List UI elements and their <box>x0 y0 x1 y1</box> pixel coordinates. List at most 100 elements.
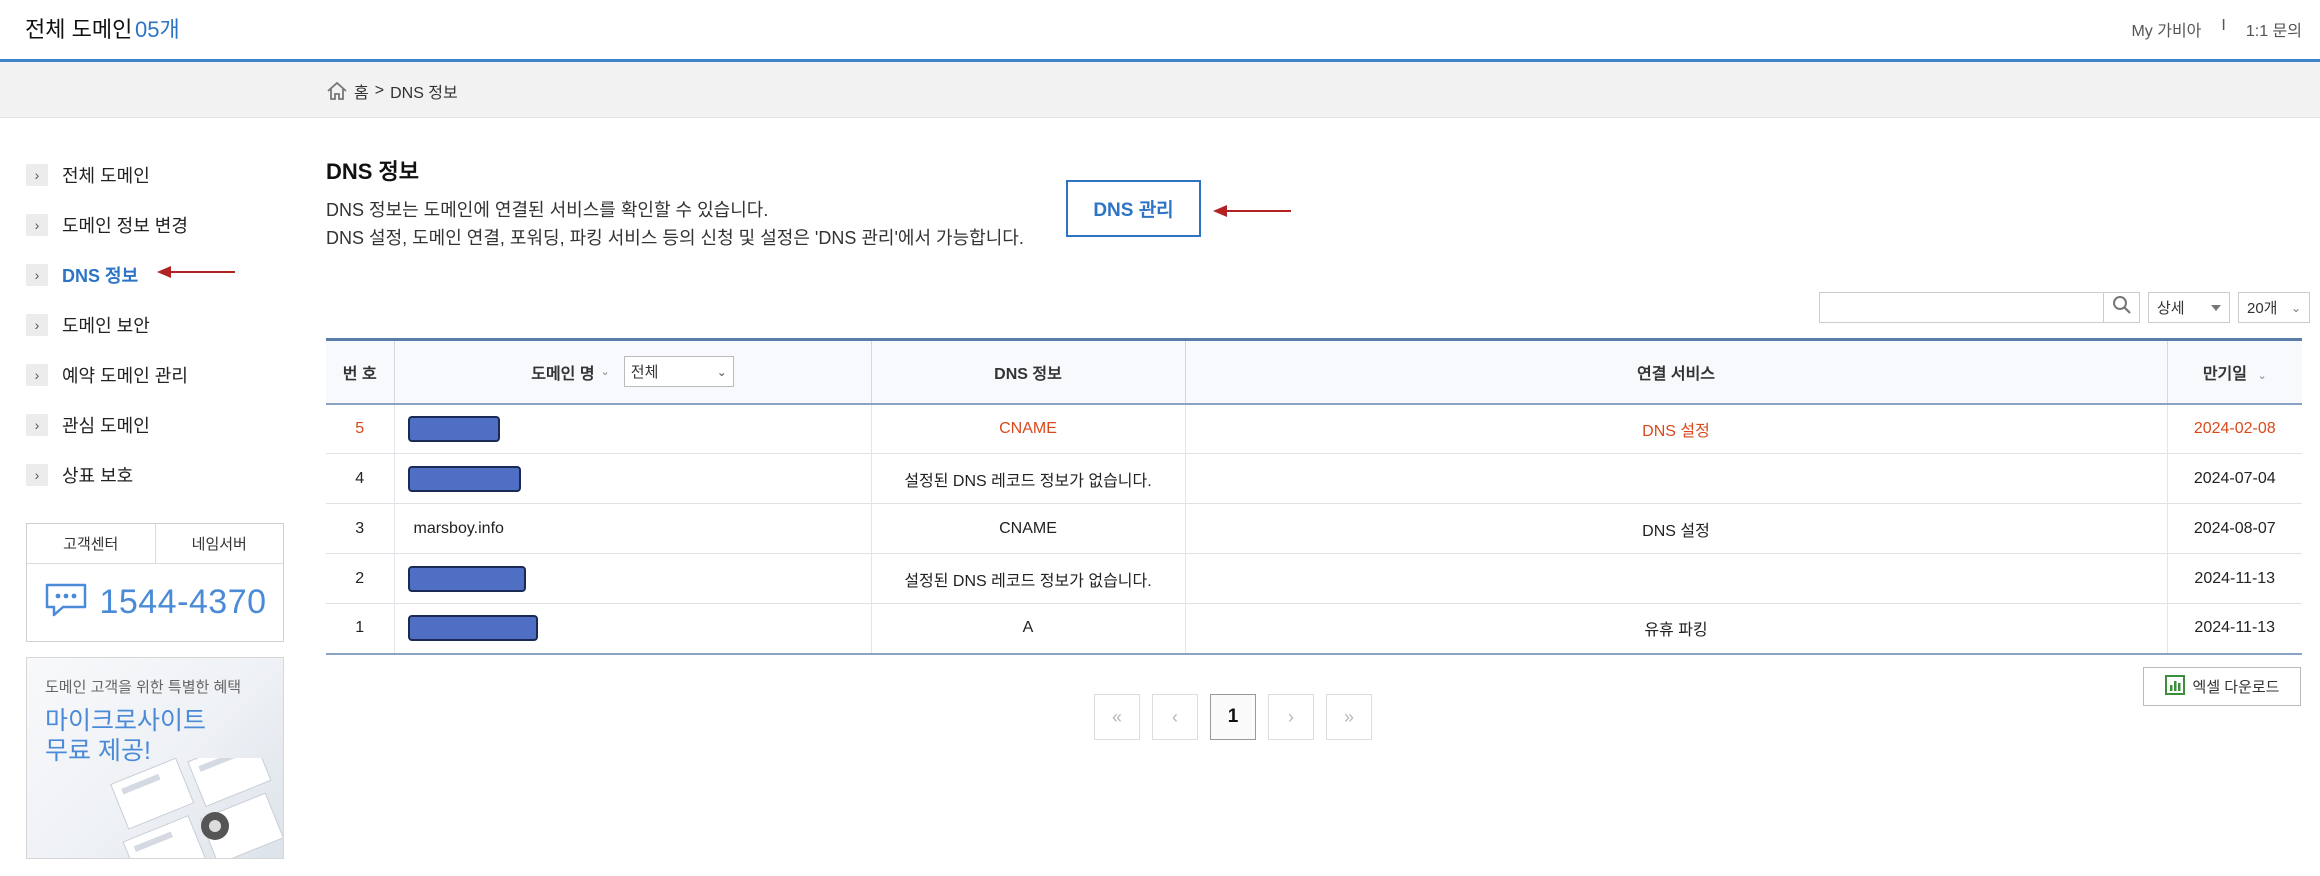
description-line-2: DNS 설정, 도메인 연결, 포워딩, 파킹 서비스 등의 신청 및 설정은 … <box>326 228 1024 248</box>
cell-domain[interactable] <box>393 403 871 454</box>
cell-service: 유휴 파킹 <box>1184 603 2167 654</box>
search-button[interactable] <box>2104 292 2140 323</box>
page-title: DNS 정보 <box>326 159 420 184</box>
sidebar-item-domain-info-change[interactable]: › 도메인 정보 변경 <box>26 200 286 250</box>
header-links: My 가비아 I 1:1 문의 <box>2131 17 2302 41</box>
table-row[interactable]: 5 CNAME DNS 설정 2024-02-08 <box>326 403 2302 454</box>
dns-manage-button[interactable]: DNS 관리 <box>1066 180 1201 237</box>
header-title: 전체 도메인 <box>25 17 133 42</box>
cell-service: DNS 설정 <box>1184 403 2167 454</box>
cell-dns: 설정된 DNS 레코드 정보가 없습니다. <box>870 553 1185 604</box>
table-header-row: 번 호 도메인 명 ⌄ 전체 ⌄ DNS 정보 연결 서비스 만기일 ⌄ <box>326 339 2302 404</box>
column-header-domain-label: 도메인 명 <box>531 365 595 383</box>
column-header-domain: 도메인 명 ⌄ 전체 ⌄ <box>393 339 871 404</box>
support-phone-number: 1544-4370 <box>99 582 267 621</box>
sidebar-item-trademark-protection[interactable]: › 상표 보호 <box>26 450 286 500</box>
next-page-icon[interactable]: › <box>1268 694 1314 740</box>
cell-no: 1 <box>355 619 365 637</box>
sidebar-item-label: 상표 보호 <box>62 466 134 486</box>
search-input[interactable] <box>1819 292 2104 323</box>
cell-no: 5 <box>355 419 365 437</box>
sidebar-item-dns-info[interactable]: › DNS 정보 <box>26 250 286 300</box>
redacted-domain <box>407 415 500 442</box>
cell-no: 3 <box>355 519 365 537</box>
banner-headline: 마이크로사이트 무료 제공! <box>45 706 206 766</box>
table-row[interactable]: 1 A 유휴 파킹 2024-11-13 <box>326 603 2302 654</box>
sidebar-item-label: 예약 도메인 관리 <box>62 366 188 386</box>
breadcrumb-home[interactable]: 홈 <box>354 79 369 103</box>
domain-filter-value: 전체 <box>630 364 659 382</box>
sort-icon[interactable]: ⌄ <box>601 365 610 378</box>
cell-domain[interactable] <box>393 553 871 604</box>
cell-expiry: 2024-11-13 <box>2166 553 2302 604</box>
sidebar-item-watched-domains[interactable]: › 관심 도메인 <box>26 400 286 450</box>
prev-page-icon[interactable]: ‹ <box>1152 694 1198 740</box>
chevron-right-icon: › <box>26 414 48 436</box>
tab-nameserver[interactable]: 네임서버 <box>154 524 284 563</box>
excel-icon <box>2164 674 2185 699</box>
search-row: 상세 20개 ⌄ <box>1819 292 2310 323</box>
cell-domain[interactable] <box>393 453 871 504</box>
sidebar-item-domain-security[interactable]: › 도메인 보안 <box>26 300 286 350</box>
sidebar-item-label: 관심 도메인 <box>62 416 150 436</box>
description-line-1: DNS 정보는 도메인에 연결된 서비스를 확인할 수 있습니다. <box>326 200 769 220</box>
cell-no: 2 <box>355 569 365 587</box>
table-row[interactable]: 3 marsboy.info CNAME DNS 설정 2024-08-07 <box>326 503 2302 554</box>
first-page-icon[interactable]: « <box>1094 694 1140 740</box>
header-link-separator: I <box>2221 17 2226 34</box>
page-size-label: 20개 <box>2247 300 2278 317</box>
annotation-arrow-dns-button <box>1213 205 1291 217</box>
cell-expiry: 2024-02-08 <box>2166 403 2302 454</box>
chevron-right-icon: › <box>26 314 48 336</box>
redacted-domain <box>407 465 521 492</box>
page-number-current[interactable]: 1 <box>1210 694 1256 740</box>
detail-filter-select[interactable]: 상세 <box>2148 292 2230 323</box>
cell-dns: 설정된 DNS 레코드 정보가 없습니다. <box>870 453 1185 504</box>
column-header-expiry-label: 만기일 <box>2202 365 2247 383</box>
sidebar-item-label: 도메인 정보 변경 <box>62 216 188 236</box>
last-page-icon[interactable]: » <box>1326 694 1372 740</box>
cell-no: 4 <box>355 469 365 487</box>
breadcrumb-bar: 홈 > DNS 정보 <box>0 62 2320 118</box>
chevron-down-icon: ⌄ <box>716 364 727 379</box>
table-row[interactable]: 4 설정된 DNS 레코드 정보가 없습니다. 2024-07-04 <box>326 453 2302 504</box>
support-phone: 1544-4370 <box>27 564 283 640</box>
sidebar-item-all-domains[interactable]: › 전체 도메인 <box>26 150 286 200</box>
inquiry-link[interactable]: 1:1 문의 <box>2246 17 2302 41</box>
chevron-right-icon: › <box>26 164 48 186</box>
cell-service <box>1184 553 2167 604</box>
domain-count: 05개 <box>135 17 180 42</box>
my-gabia-link[interactable]: My 가비아 <box>2131 17 2201 41</box>
domain-filter-select[interactable]: 전체 ⌄ <box>623 356 734 388</box>
support-tabs: 고객센터 네임서버 <box>27 524 283 564</box>
column-header-expiry[interactable]: 만기일 ⌄ <box>2166 339 2302 404</box>
cell-domain[interactable] <box>393 603 871 654</box>
detail-filter-label: 상세 <box>2157 300 2185 317</box>
cell-expiry: 2024-08-07 <box>2166 503 2302 554</box>
pagination: « ‹ 1 › » <box>1094 694 1372 740</box>
chat-bubble-icon <box>43 582 89 623</box>
table-row[interactable]: 2 설정된 DNS 레코드 정보가 없습니다. 2024-11-13 <box>326 553 2302 604</box>
page-description: DNS 정보는 도메인에 연결된 서비스를 확인할 수 있습니다. DNS 설정… <box>326 196 1024 252</box>
tab-customer-center[interactable]: 고객센터 <box>27 524 155 563</box>
column-header-no: 번 호 <box>342 365 377 383</box>
microsite-banner[interactable]: 도메인 고객을 위한 특별한 혜택 마이크로사이트 무료 제공! <box>26 657 284 859</box>
chevron-down-icon: ⌄ <box>2290 300 2301 315</box>
top-header: 전체 도메인 05개 My 가비아 I 1:1 문의 <box>0 0 2320 62</box>
page-size-select[interactable]: 20개 ⌄ <box>2238 292 2310 323</box>
chevron-right-icon: › <box>26 214 48 236</box>
breadcrumb: 홈 > DNS 정보 <box>326 79 458 103</box>
home-icon[interactable] <box>326 81 348 101</box>
cell-service: DNS 설정 <box>1184 503 2167 554</box>
redacted-domain <box>407 615 538 642</box>
column-header-dns: DNS 정보 <box>870 339 1185 404</box>
sort-icon: ⌄ <box>2257 369 2267 382</box>
sidebar-item-label: 도메인 보안 <box>62 316 150 336</box>
caret-down-icon <box>2211 304 2221 311</box>
excel-download-button[interactable]: 엑셀 다운로드 <box>2143 667 2301 706</box>
cell-domain[interactable]: marsboy.info <box>393 503 871 554</box>
cell-dns: CNAME <box>870 403 1185 454</box>
annotation-arrow-sidebar <box>157 266 235 278</box>
sidebar-item-reserved-domains[interactable]: › 예약 도메인 관리 <box>26 350 286 400</box>
banner-line-1: 마이크로사이트 <box>45 707 207 735</box>
